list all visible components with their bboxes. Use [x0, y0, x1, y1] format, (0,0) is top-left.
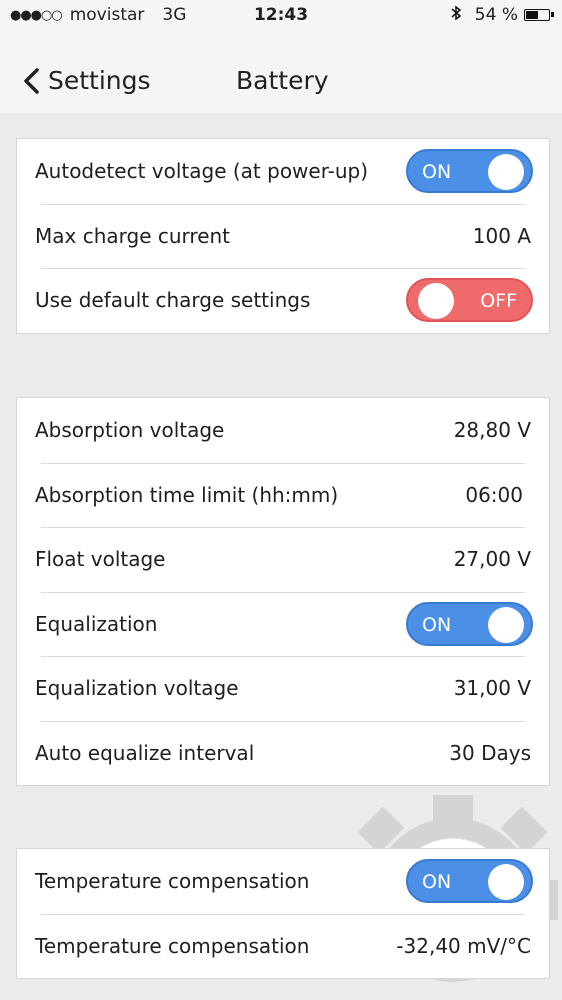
autodetect-voltage-toggle[interactable]: ON	[406, 149, 533, 194]
row-value: 06:00	[465, 482, 523, 507]
row-label: Absorption voltage	[35, 418, 225, 443]
row-label: Absorption time limit (hh:mm)	[35, 482, 339, 507]
toggle-state: OFF	[480, 290, 517, 313]
battery-icon	[524, 9, 554, 21]
row-max-charge-current[interactable]: Max charge current 100 A	[17, 203, 549, 269]
row-label: Auto equalize interval	[35, 740, 255, 765]
row-value: 30 Days	[449, 740, 531, 765]
settings-group-temperature: Temperature compensation ON Temperature …	[16, 848, 550, 979]
toggle-knob	[488, 606, 524, 643]
row-label: Equalization voltage	[35, 676, 239, 701]
row-use-default-charge-settings: Use default charge settings OFF	[17, 268, 549, 333]
back-button[interactable]: Settings	[22, 66, 151, 95]
equalization-toggle[interactable]: ON	[406, 601, 533, 646]
toggle-knob	[418, 283, 454, 320]
page-title: Battery	[236, 66, 329, 95]
battery-percent: 54 %	[474, 5, 518, 25]
row-value: 27,00 V	[453, 547, 531, 572]
row-label: Use default charge settings	[35, 288, 311, 313]
row-value: 31,00 V	[453, 676, 531, 701]
default-charge-settings-toggle[interactable]: OFF	[406, 278, 533, 323]
toggle-state: ON	[422, 161, 452, 184]
toggle-knob	[488, 154, 524, 191]
status-bar: ●●●○○ movistar 3G 12:43 54 %	[0, 0, 562, 32]
row-temperature-compensation-value[interactable]: Temperature compensation -32,40 mV/°C	[17, 913, 549, 979]
bluetooth-icon	[451, 5, 461, 25]
row-label: Equalization	[35, 611, 158, 636]
status-right: 54 %	[451, 5, 554, 25]
row-float-voltage[interactable]: Float voltage 27,00 V	[17, 527, 549, 592]
navigation-bar: Settings Battery	[0, 32, 562, 113]
row-autodetect-voltage: Autodetect voltage (at power-up) ON	[17, 139, 549, 204]
row-auto-equalize-interval[interactable]: Auto equalize interval 30 Days	[17, 720, 549, 786]
row-temperature-compensation-toggle: Temperature compensation ON	[17, 849, 549, 914]
row-label: Max charge current	[35, 223, 231, 248]
row-label: Autodetect voltage (at power-up)	[35, 159, 369, 184]
row-value: 28,80 V	[453, 418, 531, 443]
row-label: Temperature compensation	[35, 933, 310, 958]
row-label: Temperature compensation	[35, 869, 310, 894]
row-absorption-time-limit[interactable]: Absorption time limit (hh:mm) 06:00	[17, 462, 549, 528]
toggle-knob	[488, 864, 524, 901]
row-equalization: Equalization ON	[17, 591, 549, 657]
row-absorption-voltage[interactable]: Absorption voltage 28,80 V	[17, 398, 549, 463]
settings-group-charger: Autodetect voltage (at power-up) ON Max …	[16, 138, 550, 334]
toggle-state: ON	[422, 871, 452, 894]
row-value: -32,40 mV/°C	[396, 933, 531, 958]
back-button-label: Settings	[48, 66, 151, 95]
row-value: 100 A	[472, 223, 531, 248]
row-equalization-voltage[interactable]: Equalization voltage 31,00 V	[17, 656, 549, 721]
toggle-state: ON	[422, 613, 452, 636]
temperature-compensation-toggle[interactable]: ON	[406, 859, 533, 904]
chevron-left-icon	[24, 67, 39, 94]
row-label: Float voltage	[35, 547, 166, 572]
settings-group-charge-voltages: Absorption voltage 28,80 V Absorption ti…	[16, 397, 550, 786]
